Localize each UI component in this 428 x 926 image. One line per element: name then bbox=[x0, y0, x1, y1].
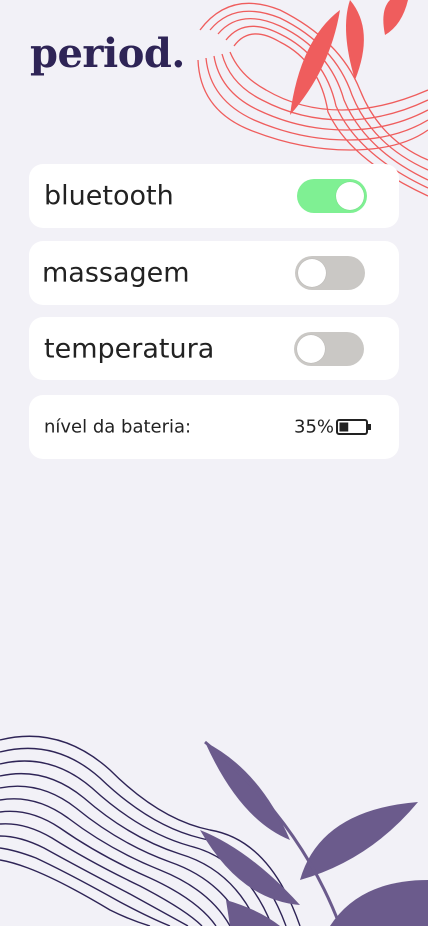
setting-label-temperatura: temperatura bbox=[44, 333, 215, 364]
setting-row-massagem: massagem bbox=[29, 241, 399, 305]
temperatura-toggle[interactable] bbox=[294, 331, 364, 366]
massagem-toggle[interactable] bbox=[295, 256, 365, 290]
battery-row: nível da bateria: 35% bbox=[29, 395, 399, 459]
toggle-knob bbox=[297, 334, 325, 363]
battery-percentage: 35% bbox=[294, 416, 335, 438]
bluetooth-toggle[interactable] bbox=[297, 179, 367, 213]
toggle-knob bbox=[336, 182, 364, 210]
battery-level-fill bbox=[339, 422, 349, 432]
setting-row-temperatura: temperatura bbox=[29, 317, 399, 380]
setting-label-massagem: massagem bbox=[42, 257, 190, 289]
toggle-knob bbox=[298, 259, 326, 287]
battery-label: nível da bateria: bbox=[44, 416, 192, 438]
setting-label-bluetooth: bluetooth bbox=[44, 180, 174, 212]
app-logo: period. bbox=[30, 30, 185, 77]
battery-icon bbox=[336, 419, 371, 435]
decorative-waves-bottom bbox=[0, 735, 428, 926]
setting-row-bluetooth: bluetooth bbox=[29, 164, 399, 228]
